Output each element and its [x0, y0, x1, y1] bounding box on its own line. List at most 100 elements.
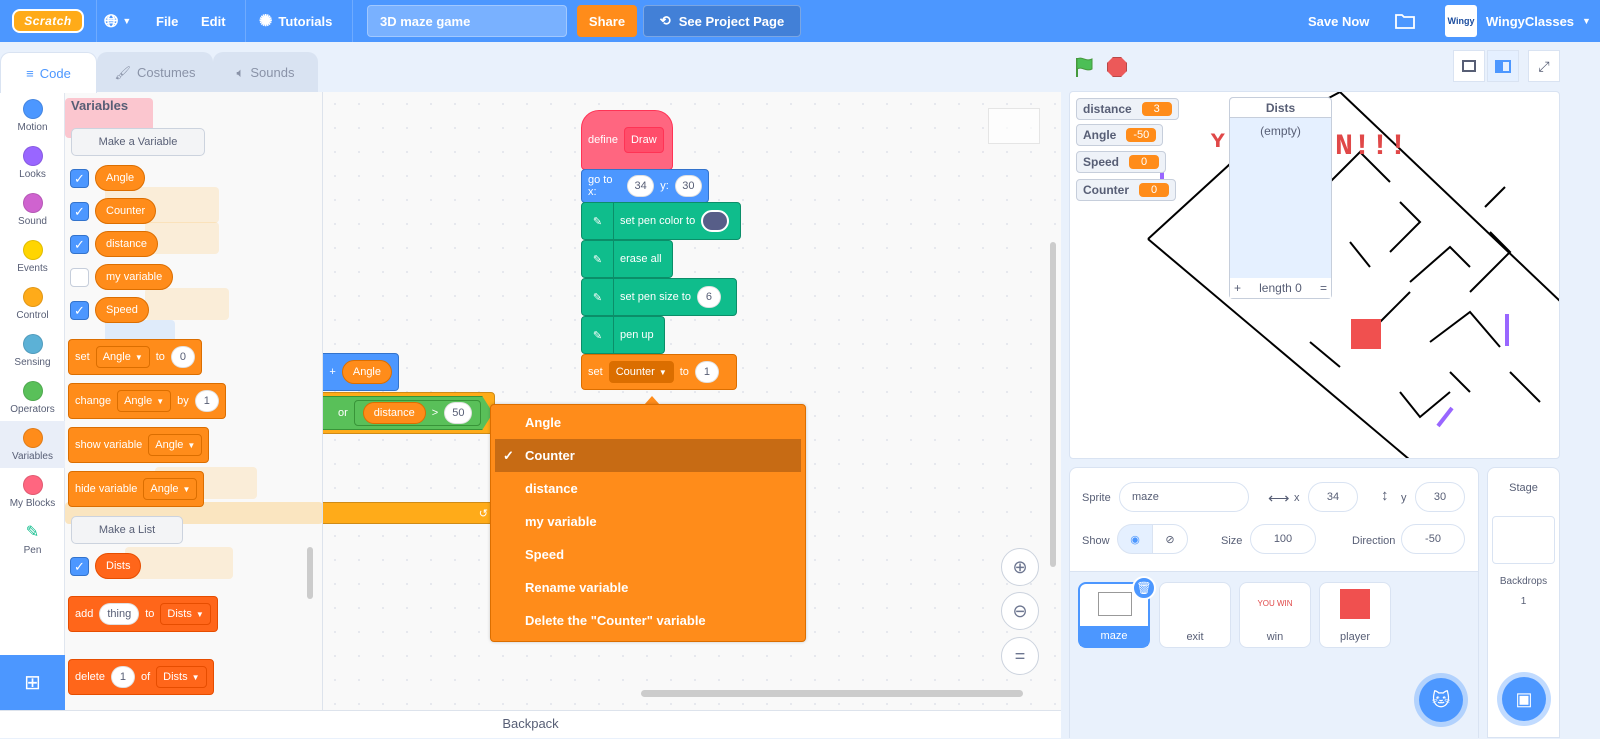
x-input[interactable]: 34 — [627, 175, 655, 197]
angle-reporter[interactable]: Angle — [341, 360, 392, 384]
share-button[interactable]: Share — [577, 5, 637, 37]
angle-reporter[interactable]: Angle — [95, 165, 146, 191]
go-to-xy-block[interactable]: go to x: 34 y: 30 — [581, 169, 709, 203]
size-input[interactable]: 100 — [1250, 524, 1316, 554]
save-now-button[interactable]: Save Now — [1308, 0, 1369, 42]
list-dropdown[interactable]: Dists ▼ — [156, 666, 207, 688]
set-pen-color-block[interactable]: ✎ set pen color to — [581, 202, 741, 240]
choose-backdrop-button[interactable]: ▣ — [1502, 677, 1546, 721]
category-control[interactable]: Control — [0, 280, 65, 327]
zoom-reset-button[interactable]: = — [1001, 637, 1039, 675]
counter-reporter[interactable]: Counter — [95, 198, 157, 224]
category-pen[interactable]: ✎ Pen — [0, 515, 65, 562]
stop-icon[interactable] — [1107, 57, 1127, 77]
scratch-logo[interactable]: Scratch — [12, 9, 84, 33]
variable-dropdown[interactable]: Angle ▼ — [95, 346, 150, 368]
category-sound[interactable]: Sound — [0, 186, 65, 233]
menu-item-my-variable[interactable]: my variable — [491, 505, 805, 538]
tab-costumes[interactable]: 🖌︎ Costumes — [97, 52, 213, 92]
direction-input[interactable]: -50 — [1401, 524, 1465, 554]
partial-loop-end[interactable]: ↺ — [323, 502, 495, 524]
pen-up-block[interactable]: ✎ pen up — [581, 316, 665, 354]
sprite-tile-player[interactable]: player — [1319, 582, 1391, 648]
small-stage-button[interactable] — [1453, 50, 1485, 82]
hide-variable-block[interactable]: hide variable Angle ▼ — [68, 471, 205, 507]
menu-item-distance[interactable]: distance — [491, 472, 805, 505]
menu-item-speed[interactable]: Speed — [491, 538, 805, 571]
show-visible-button[interactable]: ◉ — [1117, 524, 1153, 554]
counter-checkbox[interactable]: ✓ — [70, 202, 89, 221]
category-my-blocks[interactable]: My Blocks — [0, 468, 65, 515]
variable-dropdown[interactable]: Angle ▼ — [148, 434, 203, 456]
show-hidden-button[interactable]: ⊘ — [1152, 524, 1188, 554]
value-input[interactable]: 0 — [170, 346, 195, 368]
speed-checkbox[interactable]: ✓ — [70, 301, 89, 320]
project-title-input[interactable]: 3D maze game — [367, 5, 567, 37]
sprite-name-input[interactable]: maze — [1119, 482, 1249, 512]
value-input[interactable]: 1 — [194, 390, 219, 412]
fullscreen-button[interactable]: ⤢ — [1528, 50, 1560, 82]
dists-reporter[interactable]: Dists — [95, 553, 142, 579]
backdrop-thumbnail[interactable] — [1492, 516, 1555, 564]
variable-dropdown[interactable]: Angle ▼ — [143, 478, 198, 500]
distance-reporter[interactable]: distance — [95, 231, 158, 257]
zoom-out-button[interactable]: ⊖ — [1001, 592, 1039, 630]
speed-monitor[interactable]: Speed 0 — [1076, 151, 1167, 173]
value-input[interactable]: 1 — [110, 666, 135, 688]
tutorials-menu[interactable]: ✺ Tutorials — [259, 0, 332, 42]
menu-item-delete-variable[interactable]: Delete the "Counter" variable — [491, 604, 805, 637]
category-operators[interactable]: Operators — [0, 374, 65, 421]
define-draw-block[interactable]: define Draw — [581, 110, 673, 170]
avatar[interactable]: Wingy — [1445, 5, 1477, 37]
make-list-button[interactable]: Make a List — [71, 516, 183, 544]
sprite-tile-win[interactable]: YOU WIN win — [1239, 582, 1311, 648]
distance-reporter[interactable]: distance — [362, 402, 426, 424]
y-input[interactable]: 30 — [1415, 482, 1465, 512]
delete-of-list-block[interactable]: delete 1 of Dists ▼ — [68, 659, 214, 695]
show-variable-block[interactable]: show variable Angle ▼ — [68, 427, 210, 463]
menu-item-counter[interactable]: ✓ Counter — [495, 439, 801, 472]
sprite-tile-exit[interactable]: exit — [1159, 582, 1231, 648]
stage-selector-panel[interactable]: Stage Backdrops 1 ▣ — [1487, 467, 1560, 738]
set-counter-block[interactable]: set Counter ▼ to 1 — [581, 354, 737, 390]
erase-all-block[interactable]: ✎ erase all — [581, 240, 673, 278]
size-input[interactable]: 6 — [696, 286, 721, 308]
category-events[interactable]: Events — [0, 233, 65, 280]
dists-checkbox[interactable]: ✓ — [70, 557, 89, 576]
tab-code[interactable]: ≡ Code — [0, 52, 97, 93]
green-flag-icon[interactable] — [1073, 56, 1095, 78]
account-menu[interactable]: WingyClasses ▼ — [1486, 0, 1591, 42]
my-variable-checkbox[interactable] — [70, 268, 89, 287]
menu-item-rename-variable[interactable]: Rename variable — [491, 571, 805, 604]
backpack[interactable]: Backpack — [0, 710, 1061, 738]
vertical-scrollbar[interactable] — [1050, 242, 1056, 567]
horizontal-scrollbar[interactable] — [641, 690, 1023, 697]
greater-than-block[interactable]: distance > 50 — [353, 400, 482, 426]
large-stage-button[interactable] — [1487, 50, 1519, 82]
add-to-list-block[interactable]: add thing to Dists ▼ — [68, 596, 218, 632]
see-project-page-button[interactable]: ⟲ See Project Page — [643, 5, 801, 37]
change-variable-block[interactable]: change Angle ▼ by 1 — [68, 383, 226, 419]
palette-scrollbar[interactable] — [307, 547, 313, 599]
delete-sprite-button[interactable]: 🗑︎ — [1132, 576, 1156, 600]
counter-monitor[interactable]: Counter 0 — [1076, 179, 1176, 201]
x-input[interactable]: 34 — [1308, 482, 1358, 512]
file-menu[interactable]: File — [156, 0, 178, 42]
stage-canvas[interactable]: ʏ N!!! distance 3 Angle -50 Speed 0 Counter… — [1069, 91, 1560, 459]
dists-list-monitor[interactable]: Dists (empty) + length 0 = — [1229, 97, 1332, 299]
distance-monitor[interactable]: distance 3 — [1076, 98, 1179, 120]
add-extension-button[interactable]: ⊞ — [0, 655, 65, 710]
my-stuff-button[interactable] — [1395, 0, 1415, 42]
category-sensing[interactable]: Sensing — [0, 327, 65, 374]
value-input[interactable]: 50 — [444, 402, 473, 424]
angle-monitor[interactable]: Angle -50 — [1076, 124, 1164, 146]
category-motion[interactable]: Motion — [0, 92, 65, 139]
tab-sounds[interactable]: 🔈︎ Sounds — [213, 52, 318, 92]
speed-reporter[interactable]: Speed — [95, 297, 149, 323]
value-input[interactable]: thing — [99, 603, 140, 625]
menu-item-angle[interactable]: Angle — [491, 406, 805, 439]
category-looks[interactable]: Looks — [0, 139, 65, 186]
y-input[interactable]: 30 — [674, 175, 702, 197]
partial-operator-block[interactable]: + Angle — [323, 353, 399, 391]
add-item-button[interactable]: + — [1234, 281, 1241, 295]
